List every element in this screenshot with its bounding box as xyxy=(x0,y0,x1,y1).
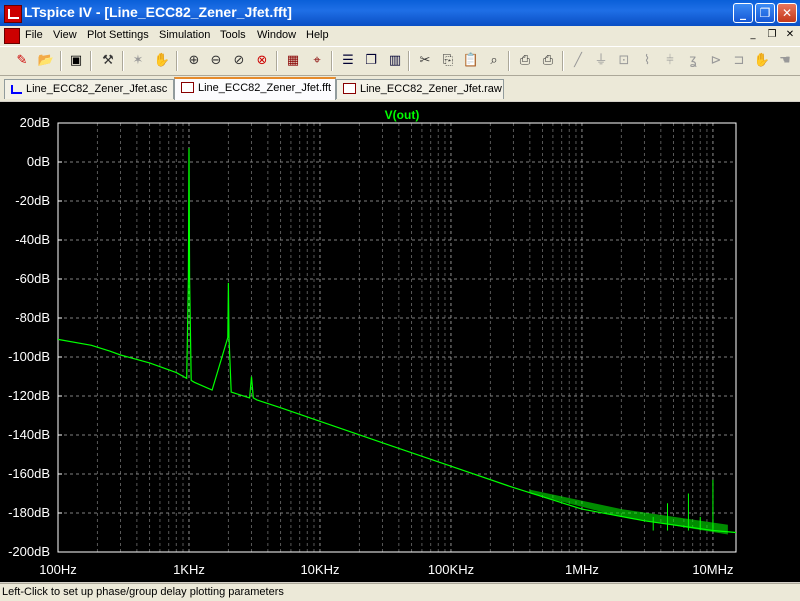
ltspice-app-icon[interactable] xyxy=(4,5,22,23)
plot-frame xyxy=(57,122,737,553)
tile-vertical-icon[interactable]: ▥ xyxy=(385,51,405,71)
title-bar[interactable]: LTspice IV - [Line_ECC82_Zener_Jfet.fft]… xyxy=(0,0,800,26)
restore-button[interactable]: ❐ xyxy=(755,3,775,23)
tab-schematic[interactable]: Line_ECC82_Zener_Jfet.asc xyxy=(4,79,174,99)
cursor-icon[interactable]: ⌖ xyxy=(307,51,327,71)
open-icon[interactable]: 📂 xyxy=(36,51,56,71)
copy-icon[interactable]: ⎘ xyxy=(438,51,458,71)
x-tick-label: 100KHz xyxy=(428,562,474,577)
menu-simulation[interactable]: Simulation xyxy=(159,29,210,41)
halt-icon[interactable]: ✋ xyxy=(152,51,172,71)
window-title: LTspice IV - [Line_ECC82_Zener_Jfet.fft] xyxy=(24,4,292,20)
noise-band xyxy=(529,489,728,535)
inductor-icon[interactable]: ʓ xyxy=(683,51,703,71)
x-tick-label: 10KHz xyxy=(300,562,339,577)
menu-window[interactable]: Window xyxy=(257,29,296,41)
y-tick-label: -200dB xyxy=(8,544,50,559)
move-icon[interactable]: ✋ xyxy=(752,51,772,71)
y-tick-label: -180dB xyxy=(8,505,50,520)
capacitor-icon[interactable]: ⫩ xyxy=(660,51,680,71)
cascade-icon[interactable]: ❐ xyxy=(361,51,381,71)
trace-title: V(out) xyxy=(385,108,420,122)
minimize-button[interactable]: _ xyxy=(733,3,753,23)
mdi-minimize-button[interactable]: _ xyxy=(745,28,761,42)
x-tick-label: 1KHz xyxy=(173,562,205,577)
menu-bar: File View Plot Settings Simulation Tools… xyxy=(0,26,800,47)
menu-tools[interactable]: Tools xyxy=(220,29,246,41)
menu-plot-settings[interactable]: Plot Settings xyxy=(87,29,149,41)
print-icon[interactable]: ⎙ xyxy=(538,51,558,71)
save-icon[interactable]: ▣ xyxy=(66,51,86,71)
new-schematic-icon[interactable]: ✎ xyxy=(12,51,32,71)
y-tick-label: -160dB xyxy=(8,466,50,481)
y-tick-label: -80dB xyxy=(15,310,50,325)
fft-chart[interactable]: 20dB 0dB -20dB -40dB -60dB -80dB -100dB -120dB -… xyxy=(0,102,800,582)
document-tabs: Line_ECC82_Zener_Jfet.asc Line_ECC82_Zen… xyxy=(0,76,800,101)
document-system-icon[interactable] xyxy=(4,28,20,44)
diode-icon[interactable]: ⊳ xyxy=(706,51,726,71)
y-tick-label: -60dB xyxy=(15,271,50,286)
y-tick-label: -20dB xyxy=(15,193,50,208)
fft-plot-pane[interactable]: 20dB 0dB -20dB -40dB -60dB -80dB -100dB -120dB -… xyxy=(0,102,800,582)
x-tick-label: 100Hz xyxy=(39,562,77,577)
x-tick-label: 1MHz xyxy=(565,562,599,577)
waveform-plot-icon xyxy=(343,83,356,94)
zoom-in-icon[interactable]: ⊕ xyxy=(184,51,204,71)
run-icon[interactable]: ✶ xyxy=(128,51,148,71)
ground-icon[interactable]: ⏚ xyxy=(591,51,611,71)
zoom-cancel-icon[interactable]: ⊗ xyxy=(252,51,272,71)
menu-help[interactable]: Help xyxy=(306,29,329,41)
tab-fft-label: Line_ECC82_Zener_Jfet.fft xyxy=(198,82,332,94)
resistor-icon[interactable]: ⌇ xyxy=(637,51,657,71)
y-tick-label: 20dB xyxy=(20,115,50,130)
zoom-fit-icon[interactable]: ⊘ xyxy=(229,51,249,71)
status-bar: Left-Click to set up phase/group delay p… xyxy=(0,583,800,601)
fft-plot-icon xyxy=(181,82,194,93)
autorange-icon[interactable]: ▦ xyxy=(283,51,303,71)
find-icon[interactable]: ⌕ xyxy=(484,51,504,71)
y-tick-label: -140dB xyxy=(8,427,50,442)
y-tick-label: -100dB xyxy=(8,349,50,364)
y-tick-label: 0dB xyxy=(27,154,50,169)
tile-horizontal-icon[interactable]: ☰ xyxy=(338,51,358,71)
y-tick-label: -120dB xyxy=(8,388,50,403)
close-button[interactable]: ✕ xyxy=(777,3,797,23)
tab-fft[interactable]: Line_ECC82_Zener_Jfet.fft xyxy=(174,77,336,100)
status-text: Left-Click to set up phase/group delay p… xyxy=(2,586,284,598)
tab-waveform-label: Line_ECC82_Zener_Jfet.raw xyxy=(360,83,502,95)
tab-schematic-label: Line_ECC82_Zener_Jfet.asc xyxy=(26,83,168,95)
paste-icon[interactable]: 📋 xyxy=(461,51,481,71)
menu-file[interactable]: File xyxy=(25,29,43,41)
menu-view[interactable]: View xyxy=(53,29,77,41)
zoom-out-icon[interactable]: ⊖ xyxy=(206,51,226,71)
y-tick-label: -40dB xyxy=(15,232,50,247)
toolbar: ✎ 📂 ▣ ⚒ ✶ ✋ ⊕ ⊖ ⊘ ⊗ ▦ ⌖ ☰ ❐ ▥ ✂ ⎘ 📋 ⌕ ⎙ … xyxy=(0,47,800,76)
control-panel-icon[interactable]: ⚒ xyxy=(98,51,118,71)
schematic-icon xyxy=(11,85,22,94)
x-tick-label: 10MHz xyxy=(692,562,733,577)
wire-icon[interactable]: ╱ xyxy=(568,51,588,71)
tab-waveform[interactable]: Line_ECC82_Zener_Jfet.raw xyxy=(336,79,504,99)
component-icon[interactable]: ⊐ xyxy=(729,51,749,71)
drag-icon[interactable]: ☚ xyxy=(775,51,795,71)
cut-icon[interactable]: ✂ xyxy=(415,51,435,71)
label-icon[interactable]: ⊡ xyxy=(614,51,634,71)
print-preview-icon[interactable]: ⎙ xyxy=(515,51,535,71)
mdi-close-button[interactable]: ✕ xyxy=(782,28,798,42)
mdi-restore-button[interactable]: ❐ xyxy=(764,28,780,42)
